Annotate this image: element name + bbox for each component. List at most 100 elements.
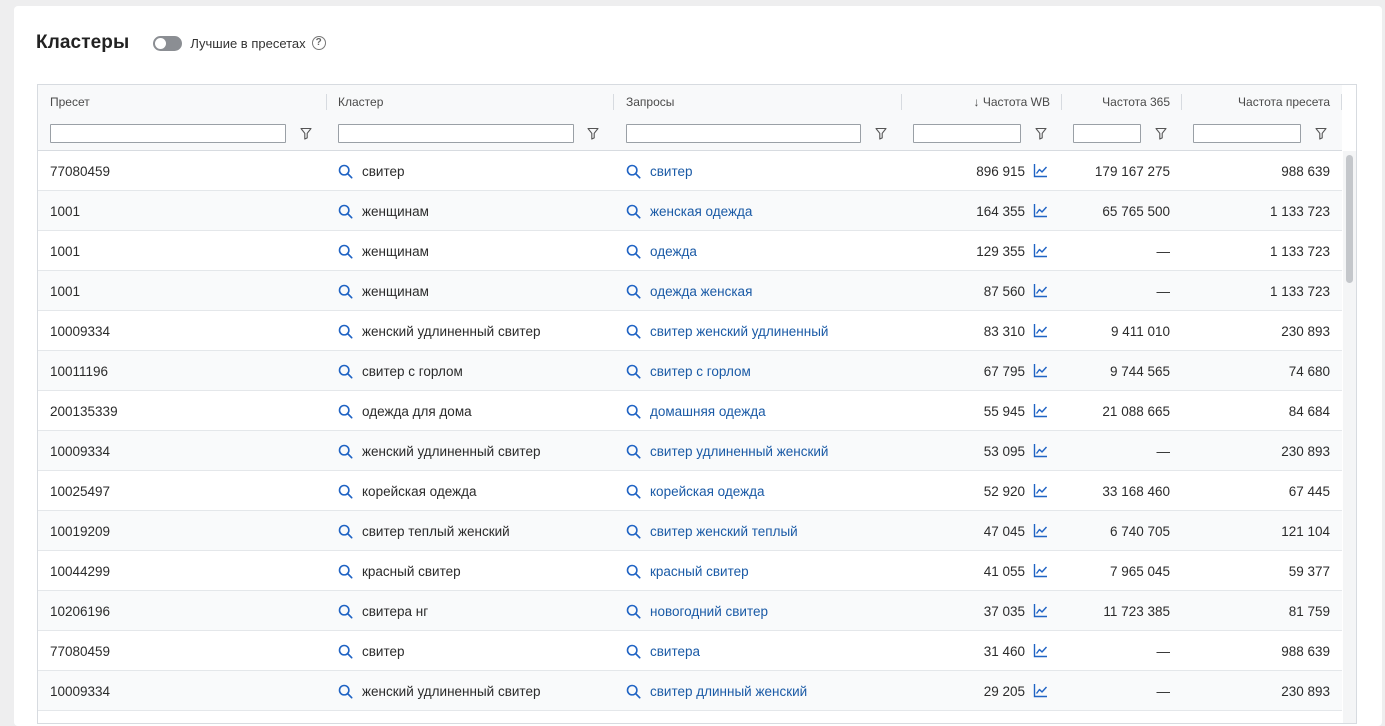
filter-input-freq-wb[interactable] bbox=[913, 124, 1021, 143]
query-link[interactable]: свитер длинный женский bbox=[650, 684, 807, 699]
filter-icon[interactable] bbox=[875, 127, 887, 140]
query-link[interactable]: свитер с горлом bbox=[650, 364, 751, 379]
trend-chart-icon[interactable] bbox=[1033, 323, 1048, 338]
search-icon[interactable] bbox=[338, 524, 353, 539]
table-row[interactable]: 1001 женщинам одежда 129 355 — 1 133 723 bbox=[38, 231, 1342, 271]
cell-query: одежда женская bbox=[626, 271, 752, 311]
search-icon[interactable] bbox=[338, 404, 353, 419]
search-icon[interactable] bbox=[626, 644, 641, 659]
search-icon[interactable] bbox=[626, 684, 641, 699]
filter-icon[interactable] bbox=[300, 127, 312, 140]
search-icon[interactable] bbox=[338, 164, 353, 179]
filter-input-freq-365[interactable] bbox=[1073, 124, 1141, 143]
search-icon[interactable] bbox=[338, 324, 353, 339]
query-link[interactable]: одежда bbox=[650, 244, 697, 259]
query-link[interactable]: свитер женский удлиненный bbox=[650, 324, 828, 339]
table-row[interactable]: 10044299 красный свитер красный свитер 41 0… bbox=[38, 551, 1342, 591]
query-link[interactable]: одежда женская bbox=[650, 284, 752, 299]
trend-chart-icon[interactable] bbox=[1033, 523, 1048, 538]
filter-icon[interactable] bbox=[587, 127, 599, 140]
filter-icon[interactable] bbox=[1315, 127, 1327, 140]
search-icon[interactable] bbox=[338, 244, 353, 259]
search-icon[interactable] bbox=[626, 604, 641, 619]
search-icon[interactable] bbox=[626, 564, 641, 579]
search-icon[interactable] bbox=[626, 244, 641, 259]
trend-chart-icon[interactable] bbox=[1033, 643, 1048, 658]
search-icon[interactable] bbox=[338, 204, 353, 219]
trend-chart-icon[interactable] bbox=[1033, 483, 1048, 498]
trend-chart-icon[interactable] bbox=[1033, 443, 1048, 458]
help-icon[interactable]: ? bbox=[311, 36, 326, 50]
trend-chart-icon[interactable] bbox=[1033, 203, 1048, 218]
query-link[interactable]: красный свитер bbox=[650, 564, 749, 579]
column-header-preset[interactable]: Пресет bbox=[50, 85, 90, 118]
table-row[interactable]: 10009334 женский удлиненный свитер свитер … bbox=[38, 431, 1342, 471]
search-icon[interactable] bbox=[626, 444, 641, 459]
search-icon[interactable] bbox=[338, 444, 353, 459]
table-row[interactable]: 1001 женщинам одежда женская 87 560 — 1 133 7… bbox=[38, 271, 1342, 311]
column-resizer[interactable] bbox=[1181, 94, 1182, 110]
filter-input-freq-preset[interactable] bbox=[1193, 124, 1301, 143]
filter-input-cluster[interactable] bbox=[338, 124, 574, 143]
search-icon[interactable] bbox=[338, 364, 353, 379]
query-link[interactable]: корейская одежда bbox=[650, 484, 765, 499]
table-row[interactable]: 200135339 одежда для дома домашняя одежда 5… bbox=[38, 391, 1342, 431]
search-icon[interactable] bbox=[338, 604, 353, 619]
table-row[interactable]: 1001 женщинам женская одежда 164 355 65 765 … bbox=[38, 191, 1342, 231]
best-in-presets-toggle[interactable] bbox=[153, 35, 183, 51]
cell-query: свитер удлиненный женский bbox=[626, 431, 828, 471]
scrollbar-thumb[interactable] bbox=[1346, 155, 1353, 283]
search-icon[interactable] bbox=[626, 364, 641, 379]
query-link[interactable]: домашняя одежда bbox=[650, 404, 766, 419]
table-row[interactable]: 77080459 свитер свитера 31 460 — 988 639 bbox=[38, 631, 1342, 671]
query-link[interactable]: свитера bbox=[650, 644, 700, 659]
search-icon[interactable] bbox=[626, 524, 641, 539]
table-row[interactable]: 10011196 свитер с горлом свитер с горлом 67… bbox=[38, 351, 1342, 391]
filter-input-queries[interactable] bbox=[626, 124, 861, 143]
trend-chart-icon[interactable] bbox=[1033, 403, 1048, 418]
search-icon[interactable] bbox=[338, 564, 353, 579]
column-header-freq-preset[interactable]: Частота пресета bbox=[1193, 85, 1330, 118]
trend-chart-icon[interactable] bbox=[1033, 163, 1048, 178]
table-row[interactable]: 10019209 свитер теплый женский свитер женс… bbox=[38, 511, 1342, 551]
trend-chart-icon[interactable] bbox=[1033, 563, 1048, 578]
column-header-cluster[interactable]: Кластер bbox=[338, 85, 383, 118]
query-link[interactable]: женская одежда bbox=[650, 204, 752, 219]
trend-chart-icon[interactable] bbox=[1033, 243, 1048, 258]
column-header-freq-wb[interactable]: ↓ Частота WB bbox=[913, 85, 1050, 118]
query-link[interactable]: свитер bbox=[650, 164, 693, 179]
column-resizer[interactable] bbox=[1341, 94, 1342, 110]
column-resizer[interactable] bbox=[901, 94, 902, 110]
trend-chart-icon[interactable] bbox=[1033, 283, 1048, 298]
search-icon[interactable] bbox=[338, 684, 353, 699]
table-row[interactable]: 10009334 женский удлиненный свитер свитер … bbox=[38, 311, 1342, 351]
table-row[interactable]: 10009334 женский удлиненный свитер свитер … bbox=[38, 671, 1342, 711]
search-icon[interactable] bbox=[626, 284, 641, 299]
query-link[interactable]: новогодний свитер bbox=[650, 604, 768, 619]
table-row[interactable]: 77080459 свитер свитер 896 915 179 167 275 98… bbox=[38, 151, 1342, 191]
search-icon[interactable] bbox=[338, 644, 353, 659]
trend-chart-icon[interactable] bbox=[1033, 683, 1048, 698]
query-link[interactable]: свитер удлиненный женский bbox=[650, 444, 828, 459]
column-header-freq-365[interactable]: Частота 365 bbox=[1073, 85, 1170, 118]
column-header-queries[interactable]: Запросы bbox=[626, 85, 674, 118]
search-icon[interactable] bbox=[626, 404, 641, 419]
search-icon[interactable] bbox=[338, 484, 353, 499]
table-row[interactable]: 10025497 корейская одежда корейская одежда… bbox=[38, 471, 1342, 511]
trend-chart-icon[interactable] bbox=[1033, 603, 1048, 618]
filter-icon[interactable] bbox=[1155, 127, 1167, 140]
search-icon[interactable] bbox=[626, 204, 641, 219]
trend-chart-icon[interactable] bbox=[1033, 363, 1048, 378]
column-resizer[interactable] bbox=[613, 94, 614, 110]
search-icon[interactable] bbox=[626, 324, 641, 339]
filter-input-preset[interactable] bbox=[50, 124, 286, 143]
search-icon[interactable] bbox=[626, 164, 641, 179]
filter-icon[interactable] bbox=[1035, 127, 1047, 140]
search-icon[interactable] bbox=[626, 484, 641, 499]
table-row[interactable]: 10206196 свитера нг новогодний свитер 37 03… bbox=[38, 591, 1342, 631]
search-icon[interactable] bbox=[338, 284, 353, 299]
column-resizer[interactable] bbox=[326, 94, 327, 110]
query-link[interactable]: свитер женский теплый bbox=[650, 524, 798, 539]
column-resizer[interactable] bbox=[1061, 94, 1062, 110]
cell-preset: 10011196 bbox=[50, 363, 109, 379]
